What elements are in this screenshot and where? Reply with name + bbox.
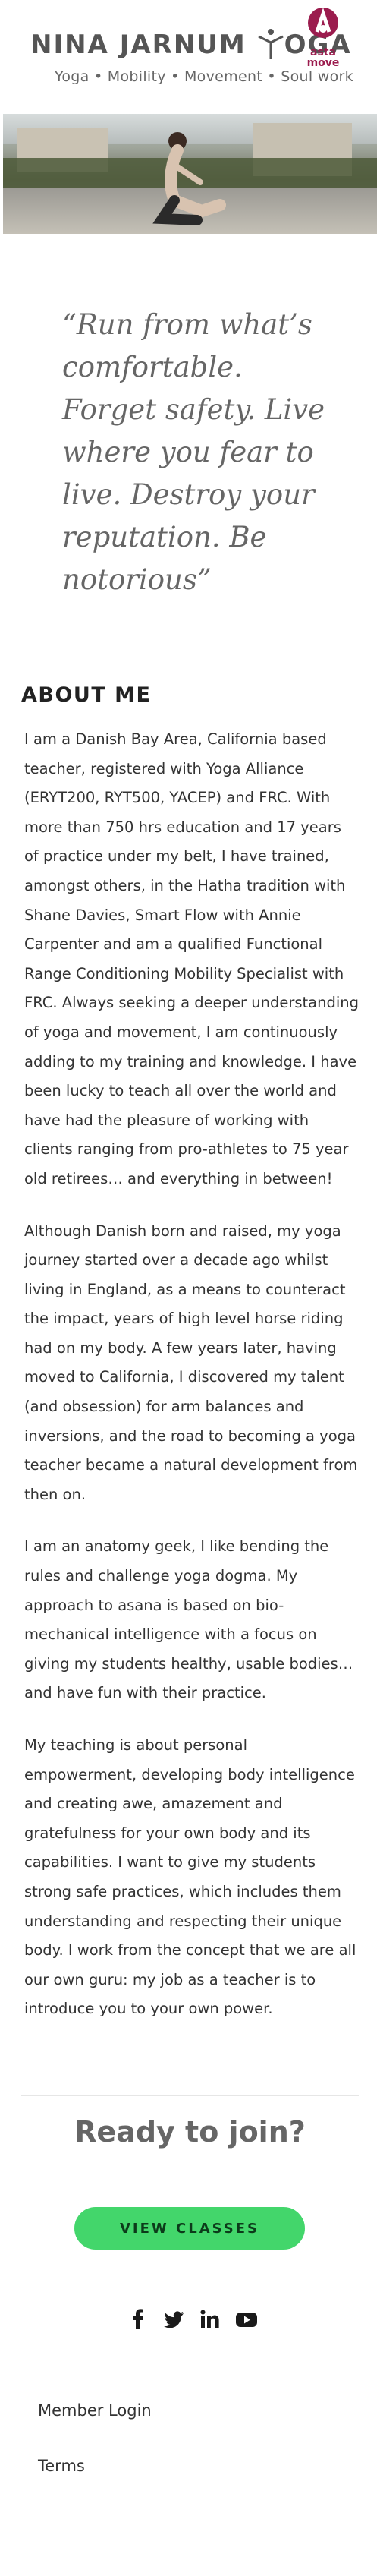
about-paragraph: Although Danish born and raised, my yoga… <box>24 1222 358 1503</box>
yoga-figure-icon <box>257 29 284 59</box>
about-paragraph: I am an anatomy geek, I like bending the… <box>24 1537 353 1702</box>
tagline: Yoga • Mobility • Movement • Soul work <box>55 68 353 85</box>
asta-move-text: asta move <box>306 46 340 69</box>
facebook-icon[interactable] <box>127 2309 149 2330</box>
youtube-icon[interactable] <box>235 2309 257 2330</box>
about-title: ABOUT ME <box>21 683 152 707</box>
about-paragraph: I am a Danish Bay Area, California based… <box>24 730 360 1187</box>
about-paragraph: My teaching is about personal empowermen… <box>24 1736 356 2018</box>
brand-name-left: NINA JARNUM <box>30 30 247 60</box>
hero-image <box>3 114 377 234</box>
linkedin-icon[interactable] <box>199 2309 221 2330</box>
asta-move-logo[interactable]: asta move <box>302 6 344 68</box>
member-login-link[interactable]: Member Login <box>38 2401 152 2420</box>
view-classes-button[interactable]: VIEW CLASSES <box>74 2207 305 2250</box>
about-section: I am a Danish Bay Area, California based… <box>24 725 360 2047</box>
site-header: NINA JARNUM OGA Yoga • Mobility • Moveme… <box>0 0 380 102</box>
asta-mark-icon <box>308 8 338 38</box>
yoga-pose-photo-icon <box>152 132 226 225</box>
cta-heading: Ready to join? <box>74 2115 306 2149</box>
social-links <box>127 2308 257 2331</box>
terms-link[interactable]: Terms <box>38 2457 85 2475</box>
inspirational-quote: “Run from what’s comfortable. Forget saf… <box>62 308 325 596</box>
section-divider <box>21 2095 359 2096</box>
twitter-icon[interactable] <box>163 2309 184 2330</box>
